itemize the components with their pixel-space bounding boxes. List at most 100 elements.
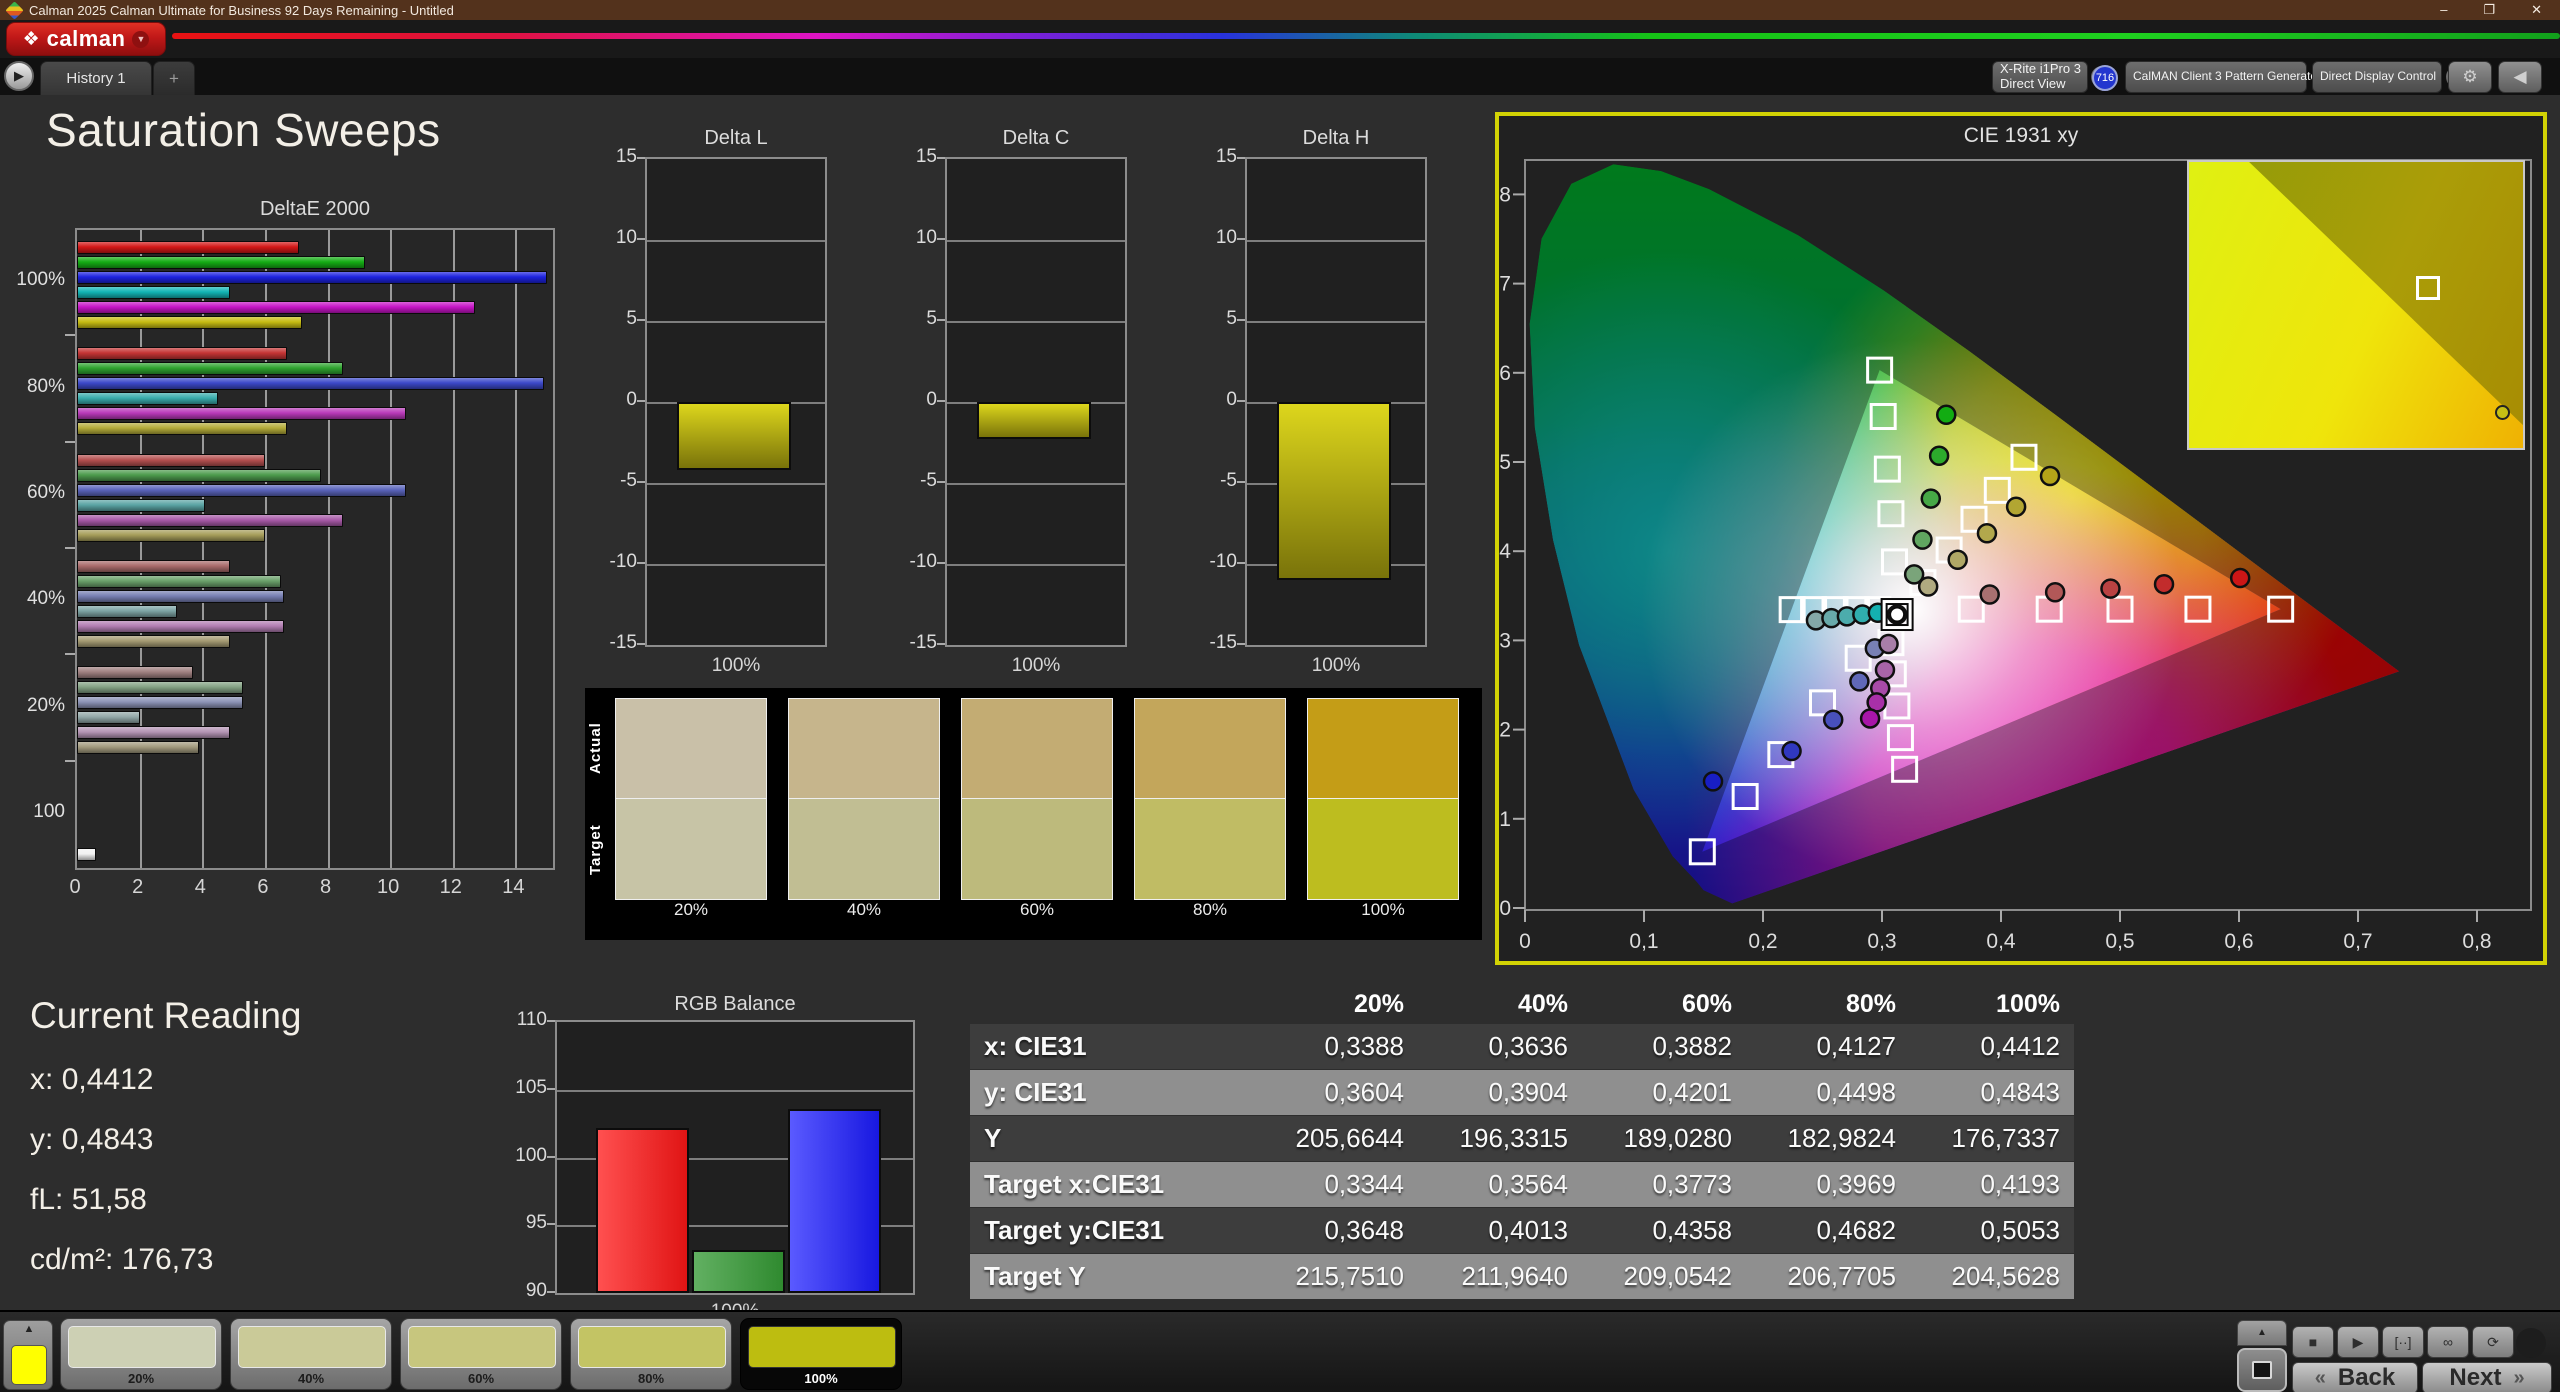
svg-text:0,5: 0,5 bbox=[2105, 930, 2134, 953]
y-tick-label: 0 bbox=[626, 389, 637, 410]
pattern-generator-dropdown[interactable]: CalMAN Client 3 Pattern Generator ▼ bbox=[2125, 61, 2354, 93]
chart-title: Delta H bbox=[1302, 127, 1370, 149]
chart-title: DeltaE 2000 bbox=[259, 198, 371, 220]
table-cell: 0,4358 bbox=[1652, 1215, 1732, 1245]
deltae-bar bbox=[77, 711, 140, 725]
meter-dropdown[interactable]: X-Rite i1Pro 3Direct View ▼ bbox=[1992, 61, 2113, 93]
svg-text:0,2: 0,2 bbox=[1748, 930, 1777, 953]
bracket-icon: [··] bbox=[2394, 1334, 2412, 1350]
add-tab-button[interactable]: + bbox=[153, 61, 195, 95]
axis-tick bbox=[1237, 400, 1245, 402]
table-cell: 0,4127 bbox=[1816, 1031, 1896, 1061]
svg-text:0,8: 0,8 bbox=[2462, 930, 2491, 953]
back-button[interactable]: « Back bbox=[2292, 1362, 2418, 1392]
play-button[interactable]: ▶ bbox=[2337, 1326, 2379, 1358]
display-control-dropdown[interactable]: Direct Display Control ▼ bbox=[2312, 61, 2469, 93]
patch-button-20[interactable]: 20% bbox=[60, 1318, 222, 1390]
y-category-label: 40% bbox=[26, 588, 65, 610]
x-tick-label: 4 bbox=[194, 876, 206, 898]
tab-history-1[interactable]: History 1 bbox=[40, 61, 152, 95]
back-label: Back bbox=[2337, 1364, 2396, 1391]
table-cell: 0,4843 bbox=[1980, 1077, 2060, 1107]
deltae-bar bbox=[77, 347, 287, 361]
actual-swatch bbox=[1307, 698, 1459, 798]
patch-button-40[interactable]: 40% bbox=[230, 1318, 392, 1390]
rgb-bar-green bbox=[692, 1249, 785, 1293]
patch-swatch bbox=[238, 1326, 386, 1368]
y-tick-label: -15 bbox=[1209, 632, 1237, 653]
y-tick-label: 0 bbox=[926, 389, 937, 410]
deltae-bar bbox=[77, 620, 284, 633]
history-play-button[interactable]: ▶ bbox=[4, 61, 34, 91]
read-series-button[interactable]: [··] bbox=[2382, 1326, 2424, 1358]
next-button[interactable]: Next » bbox=[2422, 1362, 2552, 1392]
gridline bbox=[647, 483, 825, 485]
restore-icon[interactable]: ❐ bbox=[2483, 2, 2495, 18]
table-row-label: Target Y bbox=[984, 1261, 1086, 1291]
collapse-panel-button[interactable]: ◀ bbox=[2498, 61, 2542, 93]
measured-marker-blue bbox=[1822, 709, 1844, 731]
deltae-bar bbox=[77, 696, 243, 710]
measured-marker-blue bbox=[1702, 771, 1724, 792]
axis-tick bbox=[547, 1223, 555, 1226]
deltaL-plot-area bbox=[645, 157, 827, 647]
infinity-icon: ∞ bbox=[2443, 1334, 2453, 1350]
measured-marker-magenta bbox=[1874, 659, 1896, 681]
deltaH-bar bbox=[1277, 402, 1392, 581]
gridline bbox=[557, 1089, 913, 1092]
table-cell: 0,3882 bbox=[1652, 1031, 1732, 1061]
continuous-read-button[interactable]: ∞ bbox=[2427, 1326, 2469, 1358]
y-tick-label: 0 bbox=[1226, 389, 1237, 410]
white-point-dot bbox=[1889, 606, 1906, 623]
deltae-bar bbox=[77, 483, 406, 497]
swatch-label: 80% bbox=[1192, 900, 1228, 919]
table-cell: 0,4682 bbox=[1816, 1215, 1896, 1245]
settings-button[interactable]: ⚙ bbox=[2448, 61, 2492, 93]
next-chevron-icon: » bbox=[2513, 1366, 2525, 1389]
deltae-bar bbox=[77, 847, 96, 861]
deltae-bar bbox=[77, 513, 344, 527]
up-arrow-icon[interactable]: ▲ bbox=[13, 1323, 45, 1341]
svg-text:0,7: 0,7 bbox=[1499, 273, 1511, 296]
up-arrow-icon: ▲ bbox=[2257, 1327, 2267, 1338]
stop-button[interactable]: ■ bbox=[2292, 1326, 2334, 1358]
calman-menu-button[interactable]: ❖ calman ▼ bbox=[6, 22, 166, 56]
next-label: Next bbox=[2449, 1364, 2502, 1391]
patch-swatch bbox=[68, 1326, 216, 1368]
deltae-bar bbox=[77, 301, 475, 314]
minimize-icon[interactable]: – bbox=[2440, 2, 2447, 18]
refresh-icon: ⟳ bbox=[2487, 1333, 2499, 1350]
refresh-button[interactable]: ⟳ bbox=[2472, 1326, 2514, 1358]
table-cell: 0,4498 bbox=[1816, 1077, 1896, 1107]
table-cell: 0,3773 bbox=[1652, 1169, 1732, 1199]
axis-tick bbox=[637, 562, 645, 564]
chevron-down-icon: ▼ bbox=[132, 30, 150, 48]
page-title: Saturation Sweeps bbox=[46, 104, 441, 156]
gridline bbox=[452, 230, 455, 868]
table-row-label: Target x:CIE31 bbox=[984, 1169, 1165, 1199]
patch-button-60[interactable]: 60% bbox=[400, 1318, 562, 1390]
table-row: y: CIE31 0,3604 0,3904 0,4201 0,4498 0,4843 bbox=[970, 1070, 2074, 1115]
axis-tick bbox=[937, 481, 945, 483]
table-cell: 0,4013 bbox=[1488, 1215, 1568, 1245]
stop-icon: ■ bbox=[2308, 1334, 2318, 1350]
y-tick-label: 5 bbox=[926, 308, 937, 329]
patch-button-100[interactable]: 100% bbox=[740, 1318, 902, 1390]
y-category-label: 20% bbox=[26, 694, 65, 716]
pattern-label: CalMAN Client 3 Pattern Generator bbox=[2133, 69, 2322, 84]
close-icon[interactable]: ✕ bbox=[2531, 2, 2542, 18]
y-tick-label: 15 bbox=[915, 146, 937, 167]
table-cell: 0,3604 bbox=[1324, 1077, 1404, 1107]
svg-text:0,3: 0,3 bbox=[1499, 629, 1511, 652]
rgb-bar-blue bbox=[788, 1108, 881, 1293]
chart-title: Delta C bbox=[1002, 127, 1070, 149]
table-row-label: y: CIE31 bbox=[984, 1077, 1087, 1107]
gridline bbox=[327, 230, 330, 868]
patch-button-80[interactable]: 80% bbox=[570, 1318, 732, 1390]
expand-controls-button[interactable]: ▲ bbox=[2237, 1320, 2287, 1346]
y-tick-label: 15 bbox=[615, 146, 637, 167]
stop-measure-button[interactable] bbox=[2237, 1348, 2287, 1392]
deltae-plot-area bbox=[75, 228, 555, 870]
meter-count-badge[interactable]: 716 bbox=[2092, 65, 2118, 91]
cie-1931-panel: CIE 1931 xy 0 0,1 0,2 0,3 0,4 0,5 0,6 0,7 0,8 0 0,… bbox=[1495, 112, 2547, 965]
